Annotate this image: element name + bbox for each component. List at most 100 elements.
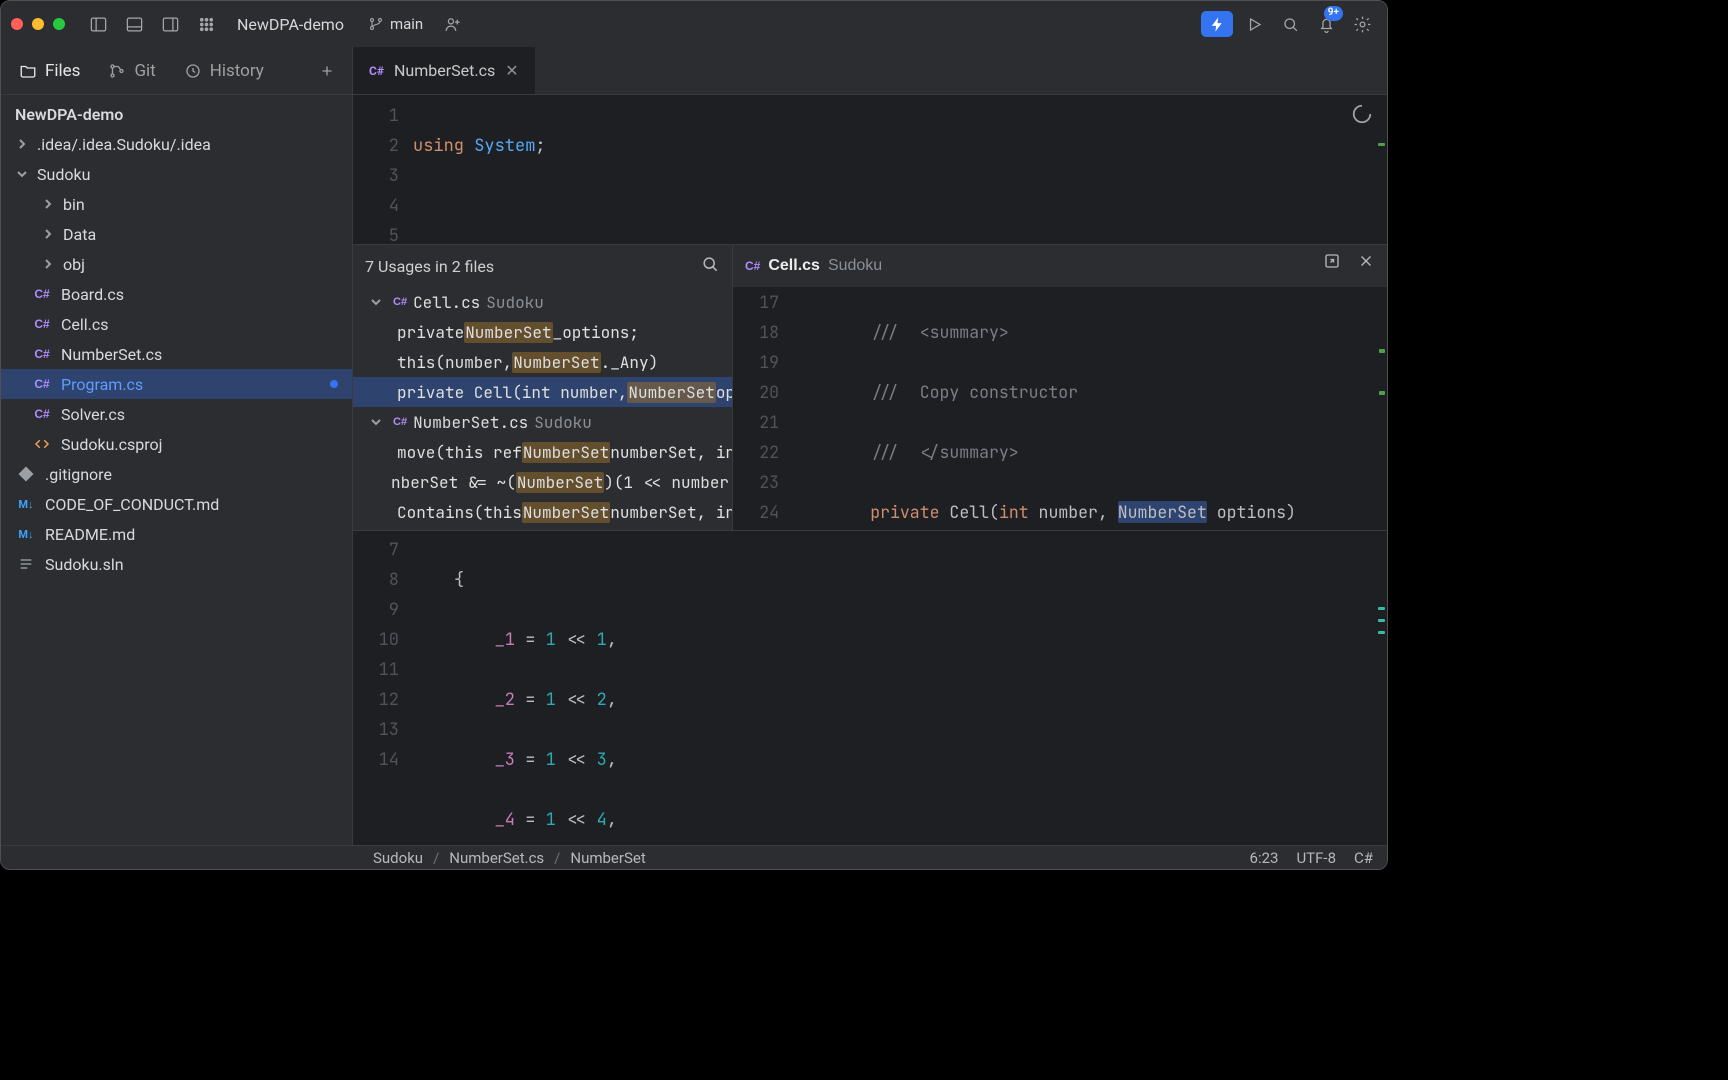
- sidebar-tab-git[interactable]: Git: [94, 48, 169, 94]
- id: _5: [495, 869, 515, 870]
- open-in-editor-button[interactable]: [1323, 251, 1341, 281]
- tree-data-folder[interactable]: Data: [1, 219, 352, 249]
- t: private Cell(int number,: [397, 382, 627, 403]
- project-name[interactable]: NewDPA-demo: [227, 15, 354, 34]
- tab-numberset[interactable]: C# NumberSet.cs ✕: [353, 47, 535, 94]
- usages-list: 7 Usages in 2 files C# Cell.cs Sudoku pr…: [353, 245, 733, 530]
- main-body: Files Git History NewDPA-demo: [1, 47, 1387, 845]
- usage-row[interactable]: nberSet &= ~(NumberSet)(1 << number: [353, 467, 732, 497]
- tree-csproj-file[interactable]: Sudoku.csproj: [1, 429, 352, 459]
- right-panel-toggle-icon[interactable]: [155, 9, 185, 39]
- tree-readme-file[interactable]: M↓ README.md: [1, 519, 352, 549]
- usage-row[interactable]: Contains(this NumberSet numberSet, in: [353, 497, 732, 527]
- chevron-down-icon: [371, 297, 387, 307]
- tree-project-folder[interactable]: Sudoku: [1, 159, 352, 189]
- crumb[interactable]: NumberSet: [570, 849, 645, 867]
- line-number: 3: [353, 161, 399, 191]
- vcs-branch-name: main: [390, 15, 423, 33]
- close-preview-button[interactable]: [1357, 251, 1375, 281]
- mark: NumberSet: [516, 472, 604, 493]
- mark: NumberSet: [512, 352, 600, 373]
- usage-row[interactable]: private NumberSet _options;: [353, 317, 732, 347]
- ai-assistant-button[interactable]: [1201, 11, 1233, 37]
- sidebar-tab-git-label: Git: [134, 61, 155, 81]
- tree-bin-folder[interactable]: bin: [1, 189, 352, 219]
- t: _options;: [553, 322, 639, 343]
- tree-idea-folder[interactable]: .idea/.idea.Sudoku/.idea: [1, 129, 352, 159]
- tree-label: Solver.cs: [61, 405, 125, 424]
- id: _2: [495, 689, 515, 711]
- csharp-icon: C#: [31, 317, 53, 331]
- crumb-sep: /: [433, 849, 439, 867]
- add-tab-button[interactable]: [306, 48, 348, 94]
- t: numberSet, in: [610, 442, 732, 463]
- usage-row-selected[interactable]: private Cell(int number, NumberSet opt: [353, 377, 732, 407]
- sidebar-tab-files[interactable]: Files: [5, 48, 94, 94]
- namespace: Sudoku: [534, 412, 592, 433]
- search-everywhere-button[interactable]: [1275, 9, 1305, 39]
- tree-label: Sudoku.sln: [45, 555, 124, 574]
- tree-cell-file[interactable]: C# Cell.cs: [1, 309, 352, 339]
- tree-sln-file[interactable]: Sudoku.sln: [1, 549, 352, 579]
- vcs-branch-selector[interactable]: main: [360, 15, 431, 33]
- tree-gitignore-file[interactable]: .gitignore: [1, 459, 352, 489]
- tree-label: Data: [63, 225, 96, 244]
- usage-row[interactable]: move(this ref NumberSet numberSet, in: [353, 437, 732, 467]
- preview-filename: Cell.cs: [768, 251, 820, 281]
- cursor-position[interactable]: 6:23: [1250, 849, 1279, 867]
- zoom-window-button[interactable]: [53, 18, 65, 30]
- app-grid-icon[interactable]: [191, 9, 221, 39]
- tree-numberset-file[interactable]: C# NumberSet.cs: [1, 339, 352, 369]
- p: ;: [535, 135, 545, 157]
- usage-row[interactable]: this(number, NumberSet._Any): [353, 347, 732, 377]
- filename: Cell.cs: [413, 292, 480, 313]
- status-bar: Sudoku / NumberSet.cs / NumberSet 6:23 U…: [1, 845, 1387, 869]
- close-tab-button[interactable]: ✕: [505, 61, 518, 80]
- brace: {: [454, 569, 464, 591]
- mark: NumberSet: [522, 502, 610, 523]
- breadcrumb[interactable]: Sudoku / NumberSet.cs / NumberSet: [373, 849, 646, 867]
- language-mode[interactable]: C#: [1354, 849, 1373, 867]
- tree-label: .idea/.idea.Sudoku/.idea: [37, 135, 211, 154]
- editor-bottom[interactable]: 7 8 9 10 11 12 13 14 { _1 = 1 << 1, _2 =…: [353, 531, 1387, 845]
- usages-search-button[interactable]: [700, 254, 720, 278]
- t: nberSet &= ~(: [391, 472, 516, 493]
- tree-board-file[interactable]: C# Board.cs: [1, 279, 352, 309]
- tree-coc-file[interactable]: M↓ CODE_OF_CONDUCT.md: [1, 489, 352, 519]
- tree-root[interactable]: NewDPA-demo: [1, 99, 352, 129]
- close-window-button[interactable]: [11, 18, 23, 30]
- minimize-window-button[interactable]: [32, 18, 44, 30]
- line-number: 12: [353, 685, 399, 715]
- code-body[interactable]: { _1 = 1 << 1, _2 = 1 << 2, _3 = 1 << 3,…: [413, 531, 1387, 845]
- file-tree[interactable]: NewDPA-demo .idea/.idea.Sudoku/.idea Sud…: [1, 95, 352, 845]
- tree-program-file[interactable]: C# Program.cs: [1, 369, 352, 399]
- usages-tree[interactable]: C# Cell.cs Sudoku private NumberSet _opt…: [353, 287, 732, 530]
- crumb[interactable]: NumberSet.cs: [449, 849, 544, 867]
- preview-code-body[interactable]: /// <summary> /// Copy constructor /// <…: [791, 287, 1387, 530]
- file-encoding[interactable]: UTF-8: [1296, 849, 1336, 867]
- tree-solver-file[interactable]: C# Solver.cs: [1, 399, 352, 429]
- crumb-sep: /: [554, 849, 560, 867]
- editor-tabs: C# NumberSet.cs ✕: [353, 47, 1387, 95]
- left-panel-toggle-icon[interactable]: [83, 9, 113, 39]
- usages-panel: 7 Usages in 2 files C# Cell.cs Sudoku pr…: [353, 244, 1387, 531]
- usage-file-numberset[interactable]: C# NumberSet.cs Sudoku: [353, 407, 732, 437]
- line-number: 9: [353, 595, 399, 625]
- run-button[interactable]: [1239, 9, 1269, 39]
- settings-button[interactable]: [1347, 9, 1377, 39]
- num: 5: [597, 869, 607, 870]
- usage-file-cell[interactable]: C# Cell.cs Sudoku: [353, 287, 732, 317]
- crumb[interactable]: Sudoku: [373, 849, 423, 867]
- line-number: 4: [353, 191, 399, 221]
- gear-icon: [1353, 15, 1372, 34]
- tree-obj-folder[interactable]: obj: [1, 249, 352, 279]
- csharp-icon: C#: [393, 296, 407, 308]
- collaborate-icon[interactable]: [437, 9, 467, 39]
- notifications-button[interactable]: 9+: [1311, 9, 1341, 39]
- num: 3: [597, 749, 607, 771]
- sidebar-tab-history[interactable]: History: [170, 48, 278, 94]
- preview-code[interactable]: 17 18 19 20 21 22 23 24 /// <summary> //…: [733, 287, 1387, 530]
- bottom-panel-toggle-icon[interactable]: [119, 9, 149, 39]
- git-file-icon: [15, 465, 37, 483]
- editor-marker-strip[interactable]: [1375, 47, 1387, 845]
